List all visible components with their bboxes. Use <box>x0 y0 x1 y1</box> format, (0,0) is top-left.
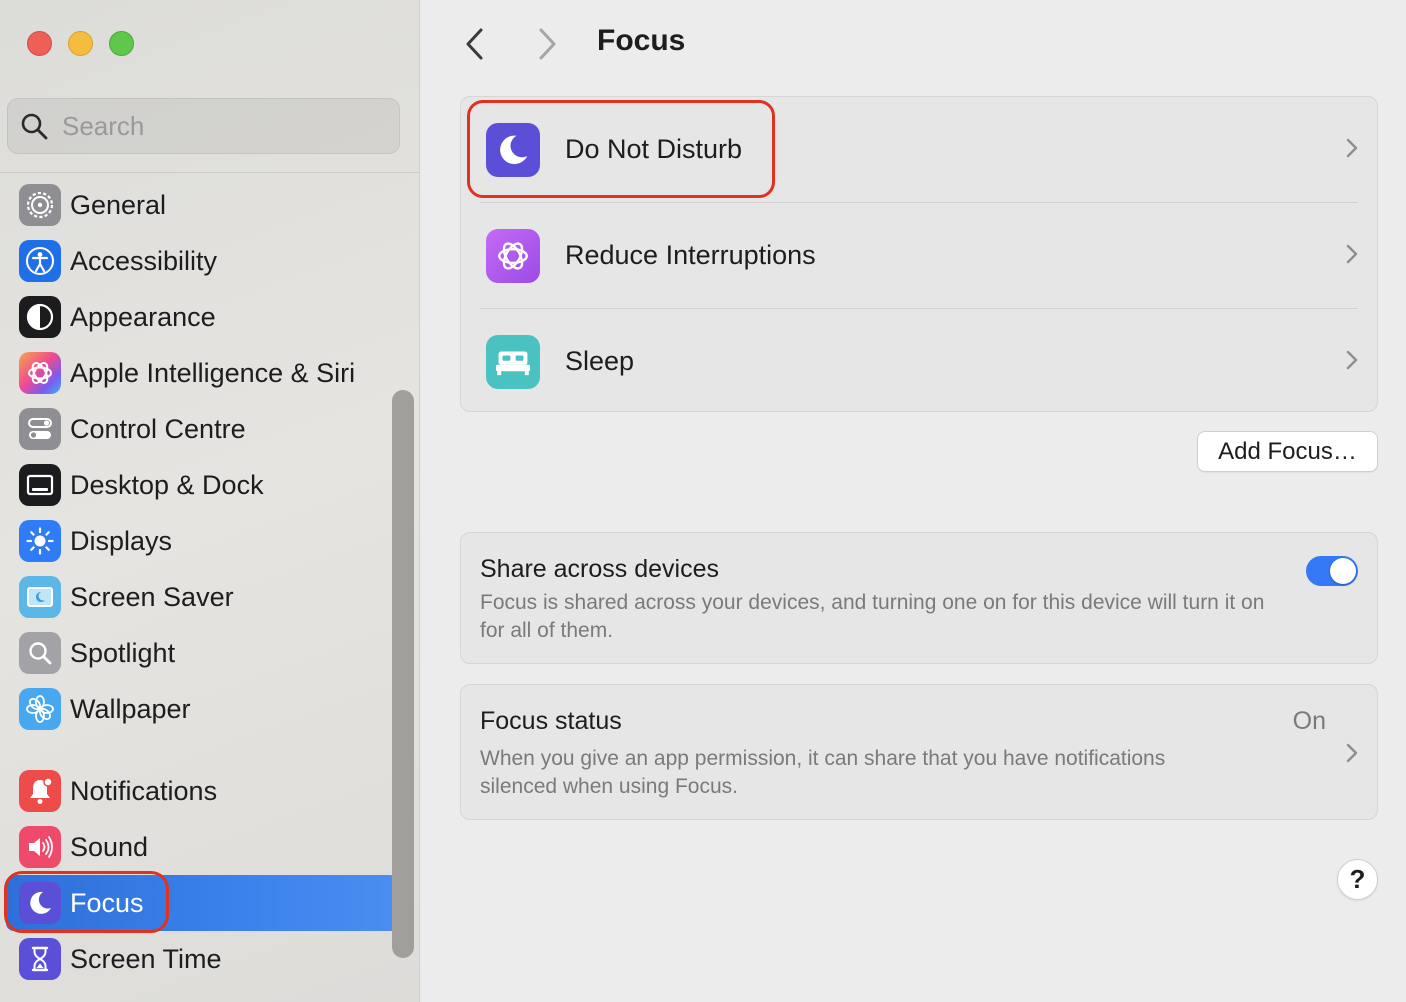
sound-icon <box>19 826 61 868</box>
sidebar-item-apple-intelligence-siri[interactable]: Apple Intelligence & Siri <box>6 345 398 401</box>
chevron-right-icon <box>1345 349 1359 376</box>
focus-row-label: Reduce Interruptions <box>565 240 816 270</box>
spotlight-icon <box>19 632 61 674</box>
sidebar-item-sound[interactable]: Sound <box>6 819 398 875</box>
sidebar-item-accessibility[interactable]: Accessibility <box>6 233 398 289</box>
siri-icon <box>19 352 61 394</box>
appearance-icon <box>19 296 61 338</box>
sidebar-item-label: Spotlight <box>70 637 176 668</box>
maximize-window-button[interactable] <box>109 31 134 56</box>
focus-row-label: Sleep <box>565 346 635 376</box>
minimize-window-button[interactable] <box>68 31 93 56</box>
gear-icon <box>19 184 61 226</box>
sidebar-item-screen-time[interactable]: Screen Time <box>6 931 398 987</box>
sidebar-item-general[interactable]: General <box>6 177 398 233</box>
sidebar-item-displays[interactable]: Displays <box>6 513 398 569</box>
sidebar-item-label: Desktop & Dock <box>70 469 264 500</box>
sidebar-item-screen-saver[interactable]: Screen Saver <box>6 569 398 625</box>
desktop-dock-icon <box>19 464 61 506</box>
page-title: Focus <box>597 24 686 57</box>
sidebar-item-wallpaper[interactable]: Wallpaper <box>6 681 398 737</box>
chevron-right-icon <box>1345 137 1359 164</box>
sidebar-divider <box>0 172 420 173</box>
focus-row-reduce-interruptions[interactable]: Reduce Interruptions <box>461 203 1377 308</box>
chevron-right-icon <box>1345 742 1359 769</box>
control-centre-icon <box>19 408 61 450</box>
toggle-knob <box>1330 558 1356 584</box>
moon-icon <box>486 122 540 177</box>
sidebar-scrollbar[interactable] <box>392 390 414 958</box>
status-title: Focus status <box>480 707 622 735</box>
sidebar-item-appearance[interactable]: Appearance <box>6 289 398 345</box>
sidebar-item-notifications[interactable]: Notifications <box>6 763 398 819</box>
screen-time-icon <box>19 938 61 980</box>
sidebar-item-label: Wallpaper <box>70 693 191 724</box>
sidebar-item-label: Appearance <box>70 301 216 332</box>
sidebar-item-label: Control Centre <box>70 413 246 444</box>
sidebar-item-focus[interactable]: Focus <box>6 875 398 931</box>
back-button[interactable] <box>455 22 495 66</box>
search-field[interactable] <box>7 98 400 154</box>
sidebar-item-label: Screen Time <box>70 943 222 974</box>
sidebar-item-label: Focus <box>70 887 144 918</box>
focus-row-sleep[interactable]: Sleep <box>461 309 1377 414</box>
bed-icon <box>486 334 540 389</box>
sidebar-item-label: Accessibility <box>70 245 218 276</box>
share-across-devices-card: Share across devices Focus is shared acr… <box>460 532 1378 664</box>
status-description: When you give an app permission, it can … <box>480 747 1166 798</box>
sidebar-item-label: Displays <box>70 525 173 556</box>
share-description: Focus is shared across your devices, and… <box>480 591 1265 642</box>
search-icon <box>20 112 48 140</box>
forward-button[interactable] <box>527 22 567 66</box>
reduce-interruptions-icon <box>486 228 540 283</box>
add-focus-button[interactable]: Add Focus… <box>1197 431 1378 472</box>
sidebar-item-control-centre[interactable]: Control Centre <box>6 401 398 457</box>
focus-row-do-not-disturb[interactable]: Do Not Disturb <box>461 97 1377 202</box>
focus-modes-list: Do Not Disturb Reduce Interruptions Slee… <box>460 96 1378 412</box>
wallpaper-icon <box>19 688 61 730</box>
focus-moon-icon <box>19 882 61 924</box>
chevron-right-icon <box>1345 243 1359 270</box>
sidebar-item-label: Apple Intelligence & Siri <box>70 357 356 388</box>
sidebar-item-label: General <box>70 189 167 220</box>
sidebar-item-spotlight[interactable]: Spotlight <box>6 625 398 681</box>
displays-icon <box>19 520 61 562</box>
sidebar: General Accessibility Appearance Apple I… <box>0 0 420 1002</box>
chevron-right-icon <box>539 28 556 60</box>
screen-saver-icon <box>19 576 61 618</box>
share-across-devices-toggle[interactable] <box>1306 556 1358 586</box>
help-button[interactable]: ? <box>1337 859 1378 900</box>
sidebar-item-label: Screen Saver <box>70 581 234 612</box>
chevron-left-icon <box>466 28 483 60</box>
notifications-icon <box>19 770 61 812</box>
focus-row-label: Do Not Disturb <box>565 134 743 164</box>
sidebar-item-desktop-dock[interactable]: Desktop & Dock <box>6 457 398 513</box>
focus-status-card[interactable]: Focus status When you give an app permis… <box>460 684 1378 820</box>
main-content: Focus Do Not Disturb Reduce Interruption… <box>421 0 1406 1002</box>
close-window-button[interactable] <box>27 31 52 56</box>
accessibility-icon <box>19 240 61 282</box>
share-title: Share across devices <box>480 555 720 583</box>
sidebar-item-label: Sound <box>70 831 149 862</box>
sidebar-item-label: Notifications <box>70 775 218 806</box>
window-controls <box>27 31 134 56</box>
search-input[interactable] <box>62 110 362 142</box>
status-value: On <box>1292 707 1326 735</box>
